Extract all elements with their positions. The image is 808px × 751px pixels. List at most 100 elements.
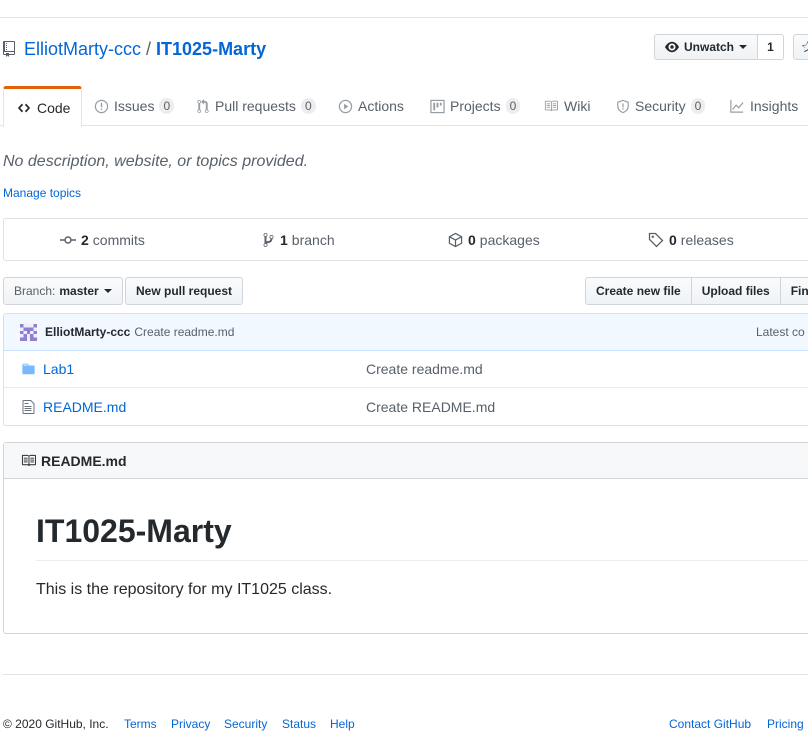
book-icon [21,454,36,467]
branch-name: master [59,284,99,298]
tag-icon [648,232,664,247]
avatar[interactable] [20,323,37,341]
manage-topics-link[interactable]: Manage topics [3,186,81,200]
watchers-count[interactable]: 1 [758,34,785,60]
commit-icon [60,235,76,244]
graph-icon [730,99,744,113]
commit-author-link[interactable]: ElliotMarty-ccc [45,325,130,339]
project-icon [430,99,445,113]
commits-link[interactable]: 2 commits [60,219,145,260]
file-actions-group: Create new file Upload files Find [585,277,808,305]
commits-label: commits [92,231,145,248]
code-icon [17,103,31,113]
shield-icon [617,99,629,113]
star-button[interactable] [793,34,808,60]
folder-icon [22,363,35,375]
footer-link-pricing[interactable]: Pricing [767,717,804,731]
branch-icon [263,232,274,247]
find-file-button[interactable]: Find [779,277,808,305]
footer-link-contact[interactable]: Contact GitHub [669,717,751,731]
issue-icon [94,99,109,113]
table-row: README.md Create README.md [4,387,808,425]
pull-requests-counter: 0 [300,98,316,114]
file-name-link[interactable]: README.md [43,399,126,415]
tab-projects[interactable]: Projects 0 [430,86,521,126]
divider [3,674,808,675]
tab-insights-label: Insights [750,98,799,114]
eye-icon [665,41,679,53]
tab-pull-requests[interactable]: Pull requests 0 [196,86,316,126]
unwatch-label: Unwatch [684,40,735,54]
file-table: Lab1 Create readme.md README.md Create R… [3,350,808,426]
projects-counter: 0 [505,98,521,114]
tab-wiki[interactable]: Wiki [543,86,590,126]
play-icon [338,99,353,113]
package-icon [448,232,463,247]
releases-label: releases [680,231,734,248]
file-commit-message[interactable]: Create readme.md [366,361,483,377]
pull-request-icon [197,98,209,113]
issues-counter: 0 [159,98,175,114]
repo-description: No description, website, or topics provi… [3,153,309,170]
repo-owner-link[interactable]: ElliotMarty-ccc [24,39,141,60]
tab-code[interactable]: Code [3,86,83,127]
readme-filename: README.md [41,452,127,469]
tab-insights[interactable]: Insights [729,86,798,126]
tab-issues[interactable]: Issues 0 [94,86,175,126]
commits-count: 2 [81,231,89,248]
tab-code-label: Code [37,100,71,116]
file-icon [22,400,35,414]
readme-title: IT1025-Marty [36,513,232,549]
latest-commit-label: Latest co [756,325,805,339]
create-new-file-button[interactable]: Create new file [585,277,692,305]
releases-count: 0 [669,231,677,248]
branch-link[interactable]: 1 branch [262,219,335,260]
footer-link-status[interactable]: Status [282,717,316,731]
readme-box: README.md IT1025-Marty This is the repos… [3,442,808,634]
commit-message-link[interactable]: Create readme.md [134,325,234,339]
branch-select-button[interactable]: Branch: master [3,277,123,305]
new-pull-request-button[interactable]: New pull request [125,277,244,305]
branch-count: 1 [280,231,288,248]
security-counter: 0 [690,98,706,114]
file-commit-message[interactable]: Create README.md [366,399,495,415]
branch-label: branch [291,231,335,248]
unwatch-button[interactable]: Unwatch [654,34,759,60]
header-bar [0,0,808,18]
readme-header: README.md [4,443,808,479]
tab-projects-label: Projects [450,98,501,114]
footer-link-security[interactable]: Security [224,717,267,731]
book-icon [544,100,558,112]
tab-security-label: Security [635,98,686,114]
repo-tabs: Code Issues 0 Pull requests 0 Actions Pr… [0,86,808,127]
releases-link[interactable]: 0 releases [648,219,734,260]
repo-name-link[interactable]: IT1025-Marty [156,39,266,60]
tab-wiki-label: Wiki [564,98,591,114]
upload-files-button[interactable]: Upload files [690,277,781,305]
watch-group: Unwatch 1 [654,34,808,60]
tab-pull-requests-label: Pull requests [215,98,296,114]
commit-tease: ElliotMarty-ccc Create readme.md Latest … [3,313,808,351]
repo-header: ElliotMarty-ccc / IT1025-Marty [3,36,266,62]
repo-separator: / [146,38,152,59]
packages-label: packages [479,231,540,248]
copyright: © 2020 GitHub, Inc. [3,717,109,731]
caret-down-icon [739,45,748,49]
star-icon [801,40,808,53]
repo-icon [3,41,15,57]
footer-link-privacy[interactable]: Privacy [171,717,210,731]
numbers-summary: 2 commits 1 branch 0 packages 0 releases [3,218,808,261]
tab-security[interactable]: Security 0 [616,86,706,126]
packages-link[interactable]: 0 packages [448,219,540,260]
footer-link-terms[interactable]: Terms [124,717,157,731]
readme-body: This is the repository for my IT1025 cla… [36,581,333,598]
file-name-link[interactable]: Lab1 [43,361,74,377]
caret-down-icon [103,289,112,293]
table-row: Lab1 Create readme.md [4,350,808,387]
divider [36,560,808,561]
packages-count: 0 [468,231,476,248]
branch-prefix: Branch: [14,284,56,298]
tab-actions[interactable]: Actions [338,86,404,126]
footer-link-help[interactable]: Help [330,717,355,731]
tab-issues-label: Issues [114,98,155,114]
